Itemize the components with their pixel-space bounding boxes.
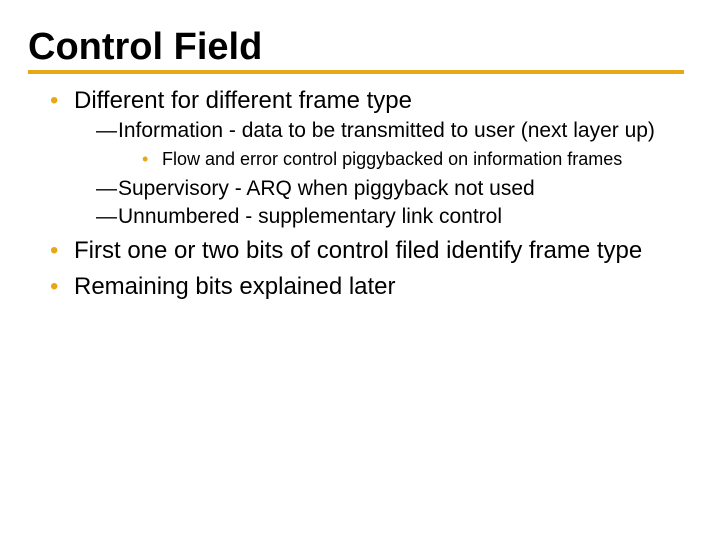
bullet-text: First one or two bits of control filed i… xyxy=(74,237,642,264)
slide: { "title": "Control Field", "bullets": {… xyxy=(0,0,720,540)
bullet-item: First one or two bits of control filed i… xyxy=(50,236,684,266)
dash-text: Unnumbered - supplementary link control xyxy=(118,205,502,228)
dash-list: Information - data to be transmitted to … xyxy=(74,118,684,230)
bullet-text: Different for different frame type xyxy=(74,87,412,114)
bullet-item: Remaining bits explained later xyxy=(50,272,684,302)
dash-text: Supervisory - ARQ when piggyback not use… xyxy=(118,177,535,200)
slide-title: Control Field xyxy=(28,28,684,68)
bullet-list: Different for different frame type Infor… xyxy=(28,86,684,302)
sub-list: Flow and error control piggybacked on in… xyxy=(118,148,684,171)
title-rule xyxy=(28,70,684,74)
bullet-item: Different for different frame type Infor… xyxy=(50,86,684,230)
dash-item: Supervisory - ARQ when piggyback not use… xyxy=(96,176,684,202)
dash-item: Information - data to be transmitted to … xyxy=(96,118,684,172)
sub-text: Flow and error control piggybacked on in… xyxy=(162,149,622,169)
sub-item: Flow and error control piggybacked on in… xyxy=(142,148,684,171)
bullet-text: Remaining bits explained later xyxy=(74,273,396,300)
dash-text: Information - data to be transmitted to … xyxy=(118,119,655,142)
dash-item: Unnumbered - supplementary link control xyxy=(96,204,684,230)
